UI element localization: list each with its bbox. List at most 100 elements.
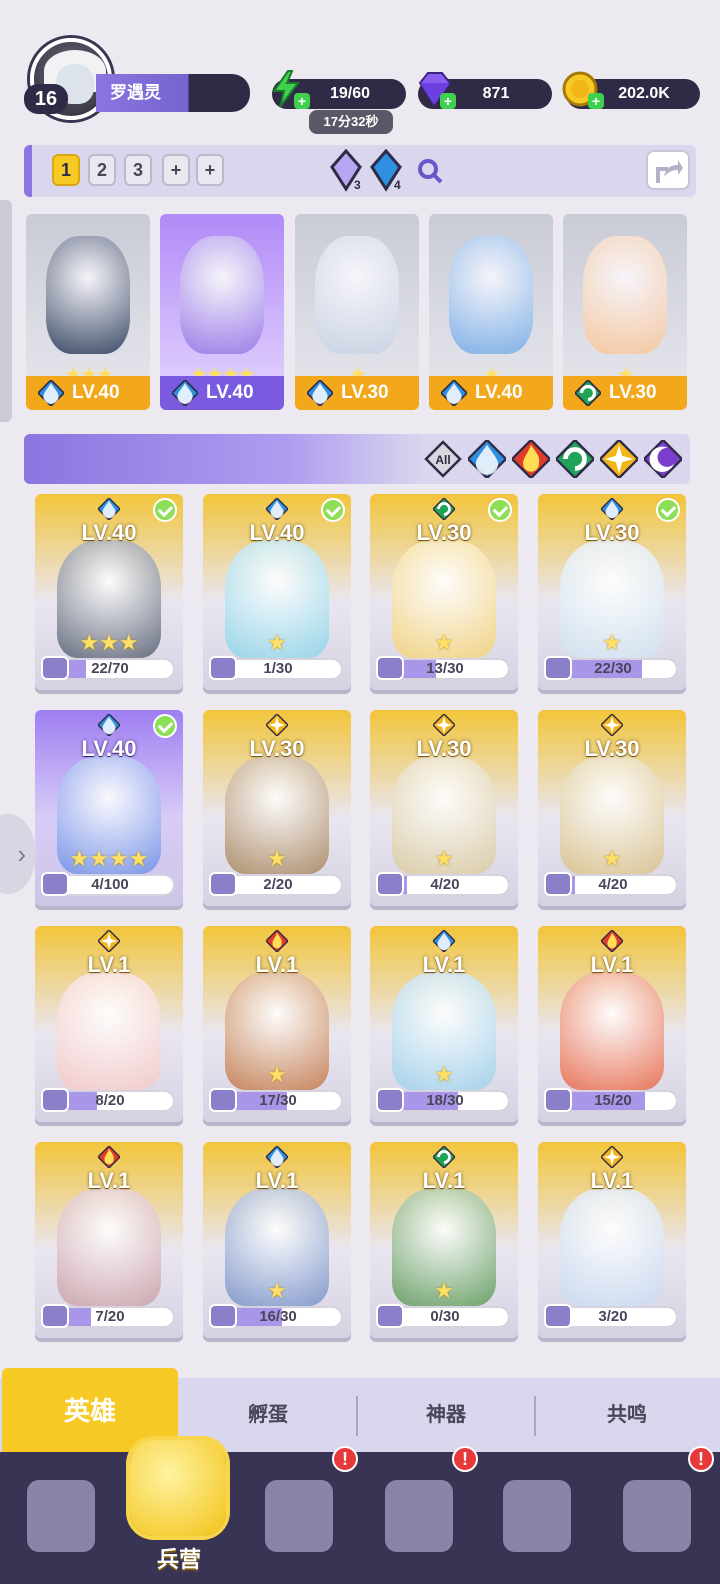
team-hero-card[interactable]: ★ LV.30	[295, 214, 419, 410]
filter-dark[interactable]	[642, 438, 684, 480]
hero-level: LV.1	[590, 952, 634, 977]
shard-icon	[209, 656, 237, 680]
hero-portrait	[583, 236, 667, 354]
hero-card[interactable]: LV.40 ★★★★ 4/100	[35, 710, 183, 906]
water-element-icon	[97, 713, 121, 737]
hero-card[interactable]: LV.30 ★ 4/20	[370, 710, 518, 906]
hero-stars: ★	[267, 846, 287, 871]
hero-card[interactable]: LV.1 7/20	[35, 1142, 183, 1338]
water-element-icon	[305, 378, 335, 408]
team-tab-add-1[interactable]: +	[162, 154, 190, 186]
hero-level: LV.1	[255, 1168, 299, 1193]
counter-b-text: 4	[394, 178, 401, 192]
element-badge	[265, 497, 289, 521]
filter-water[interactable]	[466, 438, 508, 480]
gem-plus-icon[interactable]: +	[440, 93, 456, 109]
dark-filter-icon	[642, 438, 684, 480]
hero-level: LV.1	[255, 952, 299, 977]
hero-portrait	[315, 236, 399, 354]
hero-card[interactable]: LV.1 ★ 0/30	[370, 1142, 518, 1338]
hero-stars: ★	[267, 1278, 287, 1303]
shard-icon	[209, 1304, 237, 1328]
water-element-icon	[97, 497, 121, 521]
team-bar: 1 2 3 + + 3 4	[24, 145, 696, 197]
team-hero-card[interactable]: ★ LV.30	[563, 214, 687, 410]
player-name[interactable]: 罗遇灵	[96, 74, 250, 112]
team-tab-2[interactable]: 2	[88, 154, 116, 186]
element-badge	[265, 1145, 289, 1169]
hero-level: LV.1	[422, 1168, 466, 1193]
fire-element-icon	[265, 929, 289, 953]
hero-card[interactable]: LV.1 15/20	[538, 926, 686, 1122]
hero-portrait	[46, 236, 130, 354]
nav-guild[interactable]	[478, 1452, 596, 1584]
element-badge	[170, 378, 200, 408]
bottom-nav: 兵营 ! ! !	[0, 1440, 720, 1584]
gem-counter[interactable]: + 871	[418, 72, 552, 109]
expand-arrow-icon[interactable]: ›	[0, 814, 36, 894]
filter-light[interactable]	[598, 438, 640, 480]
hero-stars: ★	[434, 1062, 454, 1087]
tab-artifacts[interactable]: 神器	[358, 1378, 534, 1452]
hero-stars: ★	[434, 1278, 454, 1303]
wind-element-icon	[432, 497, 456, 521]
shard-icon	[376, 656, 404, 680]
team-hero-card[interactable]: ★★★★ LV.40	[160, 214, 284, 410]
hero-card[interactable]: LV.1 8/20	[35, 926, 183, 1122]
share-icon	[656, 160, 683, 183]
in-team-check-icon	[153, 714, 177, 738]
team-tab-3[interactable]: 3	[124, 154, 152, 186]
energy-counter[interactable]: + 19/60	[272, 70, 406, 109]
element-badge	[600, 929, 624, 953]
water-element-icon	[600, 497, 624, 521]
water-element-icon	[432, 929, 456, 953]
nav-banner[interactable]: !	[598, 1446, 716, 1584]
nav-map[interactable]: !	[240, 1446, 358, 1584]
filter-all[interactable]: All	[424, 440, 462, 478]
hero-level: LV.1	[422, 952, 466, 977]
alert-badge: !	[688, 1446, 714, 1472]
nav-castle[interactable]: !	[360, 1446, 478, 1584]
element-badge	[36, 378, 66, 408]
team-tab-1[interactable]: 1	[52, 154, 80, 186]
shard-icon	[41, 872, 69, 896]
hero-card[interactable]: LV.40 ★★★ 22/70	[35, 494, 183, 690]
water-element-icon	[36, 378, 66, 408]
element-badge	[432, 713, 456, 737]
in-team-check-icon	[656, 498, 680, 522]
team-tab-add-2[interactable]: +	[196, 154, 224, 186]
filter-fire[interactable]	[510, 438, 552, 480]
hero-portrait	[180, 236, 264, 354]
share-button[interactable]	[646, 150, 690, 190]
hero-card[interactable]: LV.1 ★ 16/30	[203, 1142, 351, 1338]
gold-plus-icon[interactable]: +	[588, 93, 604, 109]
hero-card[interactable]: LV.1 ★ 17/30	[203, 926, 351, 1122]
filter-wind[interactable]	[554, 438, 596, 480]
team-hero-card[interactable]: ★★★ LV.40	[26, 214, 150, 410]
hero-stars: ★	[602, 846, 622, 871]
element-filter-bar: All	[24, 434, 690, 484]
light-element-icon	[97, 929, 121, 953]
hero-card[interactable]: LV.30 ★ 4/20	[538, 710, 686, 906]
hero-level: LV.1	[87, 1168, 131, 1193]
nav-cards[interactable]	[2, 1452, 120, 1584]
hero-stars: ★★★	[79, 630, 139, 655]
energy-plus-icon[interactable]: +	[294, 93, 310, 109]
shard-icon	[544, 1304, 572, 1328]
water-filter-icon	[466, 438, 508, 480]
hero-card[interactable]: LV.30 ★ 2/20	[203, 710, 351, 906]
magnify-icon[interactable]	[416, 157, 444, 185]
barracks-icon	[130, 1440, 226, 1536]
team-hero-card[interactable]: ★ LV.40	[429, 214, 553, 410]
shard-icon	[41, 656, 69, 680]
hero-card[interactable]: LV.30 ★ 13/30	[370, 494, 518, 690]
hero-card[interactable]: LV.1 3/20	[538, 1142, 686, 1338]
hero-card[interactable]: LV.40 ★ 1/30	[203, 494, 351, 690]
nav-barracks[interactable]: 兵营	[120, 1430, 238, 1584]
hero-card[interactable]: LV.1 ★ 18/30	[370, 926, 518, 1122]
gold-counter[interactable]: + 202.0K	[562, 71, 700, 109]
team-side-handle[interactable]	[0, 200, 12, 422]
nav-barracks-label: 兵营	[156, 1547, 201, 1572]
hero-card[interactable]: LV.30 ★ 22/30	[538, 494, 686, 690]
tab-resonance[interactable]: 共鸣	[536, 1378, 718, 1452]
